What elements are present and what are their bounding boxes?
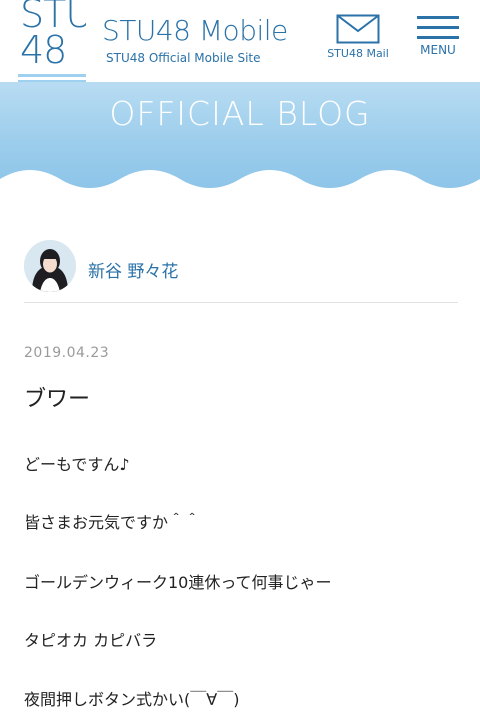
post-line: タピオカ カピバラ <box>24 631 158 650</box>
post-line: どーもですん♪ <box>24 455 130 474</box>
post-line: 皆さまお元気ですか＾＾ <box>24 513 201 532</box>
author-name[interactable]: 新谷 野々花 <box>88 257 178 282</box>
menu-button[interactable]: MENU <box>412 16 464 76</box>
hamburger-icon-bar-3 <box>417 36 459 39</box>
mail-label: STU48 Mail <box>327 47 389 60</box>
post-line: ゴールデンウィーク10連休って何事じゃー <box>24 573 332 592</box>
wave-divider <box>0 170 480 192</box>
post-line: 夜間押しボタン式かい(￣∀￣) <box>24 690 240 709</box>
banner-title: OFFICIAL BLOG <box>109 94 371 133</box>
author-row[interactable]: 新谷 野々花 <box>24 240 458 303</box>
site-header: STU 48 STU48 Mobile STU48 Official Mobil… <box>0 0 480 90</box>
brand-title[interactable]: STU48 Mobile <box>102 14 288 47</box>
menu-label: MENU <box>420 43 456 57</box>
stu48-logo[interactable]: STU 48 <box>18 0 86 90</box>
brand-subtitle: STU48 Official Mobile Site <box>106 51 261 65</box>
hamburger-icon-bar-2 <box>417 26 459 29</box>
post-title: ブワー <box>24 387 91 412</box>
blog-banner: OFFICIAL BLOG <box>0 82 480 192</box>
envelope-icon <box>336 14 380 44</box>
hamburger-icon-bar-1 <box>417 16 459 19</box>
post-date: 2019.04.23 <box>24 345 110 361</box>
mail-button[interactable]: STU48 Mail <box>326 14 390 74</box>
author-avatar[interactable] <box>24 240 76 292</box>
logo-text-bottom: 48 <box>20 28 67 72</box>
avatar-portrait <box>24 240 76 292</box>
